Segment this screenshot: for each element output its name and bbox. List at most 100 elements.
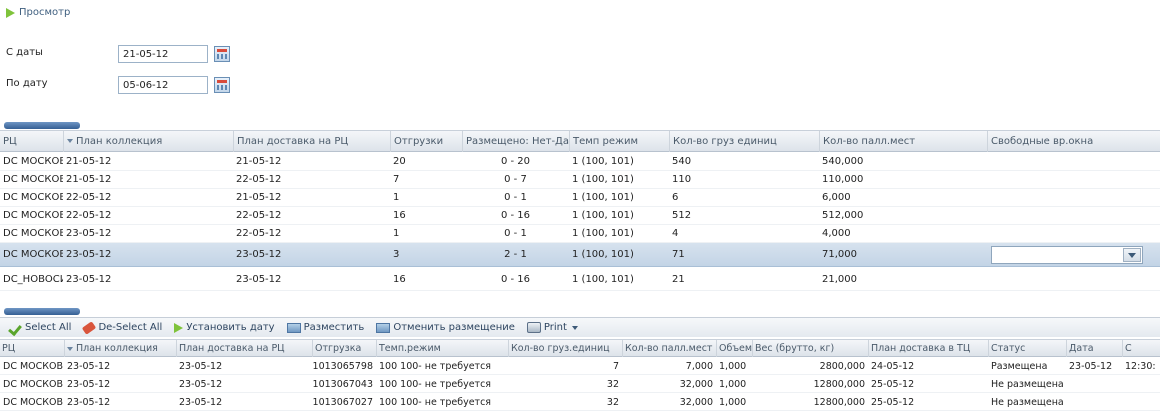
cell-shipments: 7 <box>393 174 400 185</box>
col-header-rc[interactable]: РЦ <box>0 340 64 357</box>
table-row[interactable]: DC МОСКОВ 23-05-12 23-05-12 1013067043 100 1… <box>0 376 1160 393</box>
col-header-temp-mode[interactable]: Темп режим <box>569 131 669 152</box>
cell-temp-mode: 100 100- не требуется <box>379 396 492 408</box>
to-date-input[interactable] <box>118 76 208 94</box>
cell-plan-delivery: 23-05-12 <box>179 360 223 372</box>
col-header-shipments[interactable]: Отгрузки <box>390 131 462 152</box>
sort-desc-icon <box>67 139 73 143</box>
col-header-weight[interactable]: Вес (брутто, кг) <box>752 340 868 357</box>
cell-plan-collection: 23-05-12 <box>66 274 112 285</box>
col-header-plan-delivery[interactable]: План доставка на РЦ <box>233 131 390 152</box>
grid2-toolbar: Select All De-Select All Установить дату… <box>0 317 1160 337</box>
col-header-shipment[interactable]: Отгрузка <box>312 340 376 357</box>
col-header-volume[interactable]: Объем <box>716 340 752 357</box>
cell-pallets: 110,000 <box>822 174 864 185</box>
cell-pallets: 21,000 <box>822 274 857 285</box>
print-button[interactable]: Print <box>526 322 578 333</box>
calendar-icon[interactable] <box>214 77 230 93</box>
cell-pallets: 512,000 <box>822 210 864 221</box>
cell-pallets: 540,000 <box>822 156 864 167</box>
cell-status: Не размещена <box>991 396 1064 408</box>
cell-placed: 0 - 1 <box>504 192 527 203</box>
col-header-cargo-units[interactable]: Кол-во груз.единиц <box>508 340 622 357</box>
col-header-plan-collection[interactable]: План коллекция <box>63 131 233 152</box>
set-date-button[interactable]: Установить дату <box>174 322 275 333</box>
cell-date <box>1066 394 1122 410</box>
print-label: Print <box>543 322 567 333</box>
cell-shipments: 20 <box>393 156 406 167</box>
col-header-status[interactable]: Статус <box>988 340 1066 357</box>
cell-plan-delivery: 23-05-12 <box>179 396 223 408</box>
cell-plan-delivery: 22-05-12 <box>236 210 282 221</box>
table-row[interactable]: DC МОСКОВ 23-05-12 22-05-12 1 0 - 1 1 (100, 1… <box>0 225 1160 243</box>
col-header-rc[interactable]: РЦ <box>0 131 63 152</box>
cell-cargo-units: 540 <box>672 156 692 167</box>
cell-temp-mode: 1 (100, 101) <box>572 228 634 239</box>
col-header-delivery-tc[interactable]: План доставка в ТЦ <box>868 340 988 357</box>
cell-shipment: 1013065798 <box>312 360 373 372</box>
col-header-c[interactable]: С <box>1122 340 1160 357</box>
cell-placed: 0 - 1 <box>504 228 527 239</box>
table-row[interactable]: DC МОСКОВ 23-05-12 23-05-12 3 2 - 11 (100, 1… <box>0 243 1160 267</box>
select-all-button[interactable]: Select All <box>10 322 71 333</box>
cell-shipments: 16 <box>393 274 406 285</box>
check-icon <box>10 323 22 333</box>
table-row[interactable]: DC МОСКОВ 22-05-12 21-05-12 1 0 - 1 1 (100, 1… <box>0 189 1160 207</box>
col-header-free-slots[interactable]: Свободные вр.окна <box>987 131 1160 152</box>
col-header-pallets[interactable]: Кол-во палл.мест <box>622 340 716 357</box>
table-row[interactable]: DC МОСКОВ 21-05-12 22-05-12 7 0 - 7 1 (100, 1… <box>0 171 1160 189</box>
cell-plan-delivery: 22-05-12 <box>236 228 282 239</box>
col-header-date[interactable]: Дата <box>1066 340 1122 357</box>
cell-rc: DC МОСКОВ <box>3 156 63 167</box>
grid-resize-handle[interactable] <box>4 122 80 129</box>
cell-status: Размещена <box>991 360 1048 372</box>
printer-icon <box>526 322 541 333</box>
table-row[interactable]: DC МОСКОВ 23-05-12 23-05-12 1013067027 100 1… <box>0 394 1160 411</box>
table-row[interactable]: DC_НОВОСИБ23-05-1223-05-12160 - 161 (100… <box>0 269 1160 291</box>
from-date-label: С даты <box>6 47 43 58</box>
calendar-icon[interactable] <box>214 46 230 62</box>
cell-placed: 0 - 7 <box>504 174 527 185</box>
table-row[interactable]: DC МОСКОВ 21-05-12 21-05-12 20 0 - 20 1 (100,… <box>0 153 1160 171</box>
cell-weight: 12800,000 <box>813 378 865 390</box>
cell-rc: DC МОСКОВ <box>3 378 64 390</box>
cell-plan-delivery: 23-05-12 <box>179 378 223 390</box>
cell-plan-collection: 23-05-12 <box>67 396 111 408</box>
cancel-place-button[interactable]: Отменить размещение <box>376 322 515 333</box>
cell-rc: DC МОСКОВ <box>3 360 64 372</box>
cell-pallets: 6,000 <box>822 192 851 203</box>
cell-shipments: 1 <box>393 228 400 239</box>
cell-pallets: 32,000 <box>679 396 713 408</box>
free-slot-select[interactable] <box>991 246 1143 264</box>
view-label: Просмотр <box>19 7 71 18</box>
cell-temp-mode: 100 100- не требуется <box>379 378 492 390</box>
cell-plan-collection: 23-05-12 <box>66 228 112 239</box>
cell-plan-delivery: 22-05-12 <box>236 174 282 185</box>
table-row[interactable]: DC МОСКОВ 22-05-12 22-05-12 16 0 - 16 1 (100,… <box>0 207 1160 225</box>
place-button[interactable]: Разместить <box>286 322 364 333</box>
play-icon <box>174 322 184 333</box>
cell-volume: 1,000 <box>719 378 747 390</box>
deselect-all-button[interactable]: De-Select All <box>82 320 163 335</box>
col-header-plan-delivery[interactable]: План доставка на РЦ <box>176 340 312 357</box>
col-header-cargo-units[interactable]: Кол-во груз единиц <box>669 131 819 152</box>
grid-resize-handle[interactable] <box>4 308 80 315</box>
deselect-all-label: De-Select All <box>98 322 163 333</box>
cell-shipments: 16 <box>393 210 406 221</box>
col-header-temp-mode[interactable]: Темп.режим <box>376 340 508 357</box>
cell-cargo-units: 71 <box>672 249 685 260</box>
col-header-placed[interactable]: Размещено: Нет-Да <box>462 131 569 152</box>
table-row[interactable]: DC МОСКОВ 23-05-12 23-05-12 1013065798 100 1… <box>0 358 1160 375</box>
cell-volume: 1,000 <box>719 360 747 372</box>
from-date-input[interactable] <box>118 45 208 63</box>
cell-temp-mode: 1 (100, 101) <box>572 274 634 285</box>
col-header-plan-collection[interactable]: План коллекция <box>64 340 176 357</box>
cell-delivery-tc: 25-05-12 <box>871 378 915 390</box>
cell-c <box>1122 394 1160 410</box>
col-header-pallets[interactable]: Кол-во палл.мест <box>819 131 987 152</box>
set-date-label: Установить дату <box>186 322 275 333</box>
grid2-header: РЦ План коллекция План доставка на РЦ От… <box>0 339 1160 357</box>
view-button[interactable]: Просмотр <box>6 7 70 18</box>
cell-weight: 2800,000 <box>819 360 865 372</box>
chevron-down-icon[interactable] <box>1123 248 1141 262</box>
